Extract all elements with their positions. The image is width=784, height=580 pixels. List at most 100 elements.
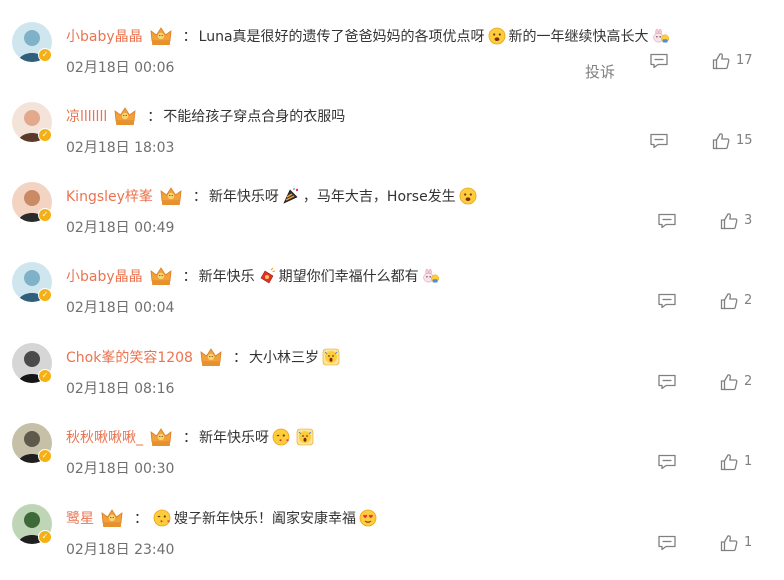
thumbs-up-icon (712, 52, 730, 70)
scream-emoji-graphic (296, 428, 314, 446)
comment-text: 新年快乐呀 (208, 189, 279, 205)
comment-text: 新年快乐呀 (199, 430, 269, 446)
comment-timestamp: 02月18日 18:03 (66, 140, 175, 156)
username-link[interactable]: 凉lllllll (66, 106, 107, 126)
firecracker-emoji (258, 267, 276, 285)
wink-kiss-emoji (153, 509, 171, 527)
like-count: 3 (744, 213, 753, 228)
like-count: 1 (744, 535, 753, 550)
crown-badge-icon (199, 346, 223, 368)
separator: ： (183, 430, 197, 446)
firecracker-emoji-graphic (258, 267, 276, 285)
username-link[interactable]: 小baby晶晶 (66, 266, 143, 286)
comment-item: ✓ 小baby晶晶 ：新年快乐 期望你们幸福什么都有 02月18日 00:04 2 (0, 258, 784, 338)
crown-badge-icon (113, 105, 137, 127)
comment-icon (657, 374, 677, 390)
kiss-emoji-graphic (272, 428, 290, 446)
like-count: 17 (736, 53, 753, 68)
party-horn-emoji-graphic (282, 187, 300, 205)
crown-badge-icon (149, 25, 173, 47)
reply-button[interactable] (657, 293, 677, 309)
comment-icon (649, 133, 669, 149)
like-button[interactable] (712, 52, 730, 70)
like-button[interactable] (720, 534, 738, 552)
crown-icon (199, 346, 223, 368)
separator: ： (182, 269, 197, 285)
bunny-emoji (652, 27, 670, 45)
comment-item: ✓ Chok峯的笑容1208 ：大小林三岁 02月18日 08:16 2 (0, 339, 784, 419)
like-button[interactable] (720, 292, 738, 310)
thumbs-up-icon (720, 212, 738, 230)
username-link[interactable]: 小baby晶晶 (66, 26, 143, 46)
grin-emoji-graphic (488, 27, 506, 45)
crown-badge-icon (149, 426, 173, 448)
comment-line: Chok峯的笑容1208 ：大小林三岁 (66, 345, 343, 369)
reply-button[interactable] (649, 53, 669, 69)
separator: ： (147, 109, 162, 125)
like-count: 2 (744, 374, 753, 389)
thumbs-up-icon (712, 132, 730, 150)
like-count: 1 (744, 454, 753, 469)
comment-line: 小baby晶晶 ： Luna真是很好的遗传了爸爸妈妈的各项优点呀 新的一年继续快高长大 (66, 24, 673, 48)
comment-timestamp: 02月18日 08:16 (66, 381, 175, 397)
love-emoji (359, 509, 377, 527)
crown-badge-icon (159, 185, 183, 207)
comment-item: ✓ 鹭星 ： 嫂子新年快乐！阖家安康幸福 02月18日 23:40 1 (0, 500, 784, 580)
bunny-emoji-graphic (652, 27, 670, 45)
comment-item: ✓ Kingsley梓峯 ：新年快乐呀 ，马年大吉，Horse发生 02月18日 00:… (0, 178, 784, 258)
comment-icon (657, 535, 677, 551)
reply-button[interactable] (657, 374, 677, 390)
comment-line: 秋秋啾啾啾_ ：新年快乐呀 (66, 425, 317, 449)
comment-text: 大小林三岁 (248, 350, 319, 366)
separator: ： (134, 511, 148, 527)
thumbs-up-icon (720, 534, 738, 552)
separator: ： (182, 29, 197, 45)
reply-button[interactable] (657, 535, 677, 551)
like-button[interactable] (720, 212, 738, 230)
crown-icon (149, 426, 173, 448)
comment-timestamp: 02月18日 00:06 (66, 60, 175, 76)
kiss-emoji (272, 428, 290, 446)
comment-timestamp: 02月18日 00:04 (66, 300, 175, 316)
comment-icon (657, 293, 677, 309)
grin-emoji (488, 27, 506, 45)
crown-badge-icon (149, 265, 173, 287)
username-link[interactable]: 秋秋啾啾啾_ (66, 427, 143, 447)
username-link[interactable]: Kingsley梓峯 (66, 186, 153, 206)
thumbs-up-icon (720, 292, 738, 310)
comment-timestamp: 02月18日 00:30 (66, 461, 175, 477)
report-button[interactable]: 投诉 (585, 61, 615, 82)
comment-text: 不能给孩子穿点合身的衣服吗 (163, 109, 346, 125)
wink-kiss-emoji-graphic (153, 509, 171, 527)
reply-button[interactable] (657, 454, 677, 470)
crown-icon (113, 105, 137, 127)
crown-icon (159, 185, 183, 207)
thumbs-up-icon (720, 373, 738, 391)
reply-button[interactable] (649, 133, 669, 149)
separator: ： (192, 189, 207, 205)
comment-line: 鹭星 ： 嫂子新年快乐！阖家安康幸福 (66, 506, 380, 530)
bunny-emoji-graphic (422, 267, 440, 285)
comment-icon (649, 53, 669, 69)
verified-badge-icon: ✓ (38, 369, 52, 383)
reply-button[interactable] (657, 213, 677, 229)
like-count: 15 (736, 133, 753, 148)
like-button[interactable] (712, 132, 730, 150)
comment-text: Luna真是很好的遗传了爸爸妈妈的各项优点呀 (198, 29, 485, 45)
like-button[interactable] (720, 373, 738, 391)
like-button[interactable] (720, 453, 738, 471)
comment-icon (657, 213, 677, 229)
scream-emoji (296, 428, 314, 446)
comment-text: ，马年大吉，Horse发生 (302, 189, 456, 205)
username-link[interactable]: 鹭星 (66, 508, 94, 528)
comment-icon (657, 454, 677, 470)
comment-text: 嫂子新年快乐！阖家安康幸福 (174, 511, 356, 527)
crown-badge-icon (100, 507, 124, 529)
verified-badge-icon: ✓ (38, 530, 52, 544)
verified-badge-icon: ✓ (38, 449, 52, 463)
comment-line: 小baby晶晶 ：新年快乐 期望你们幸福什么都有 (66, 264, 443, 288)
comment-text: 期望你们幸福什么都有 (278, 269, 419, 285)
username-link[interactable]: Chok峯的笑容1208 (66, 347, 193, 367)
crown-icon (149, 25, 173, 47)
verified-badge-icon: ✓ (38, 48, 52, 62)
